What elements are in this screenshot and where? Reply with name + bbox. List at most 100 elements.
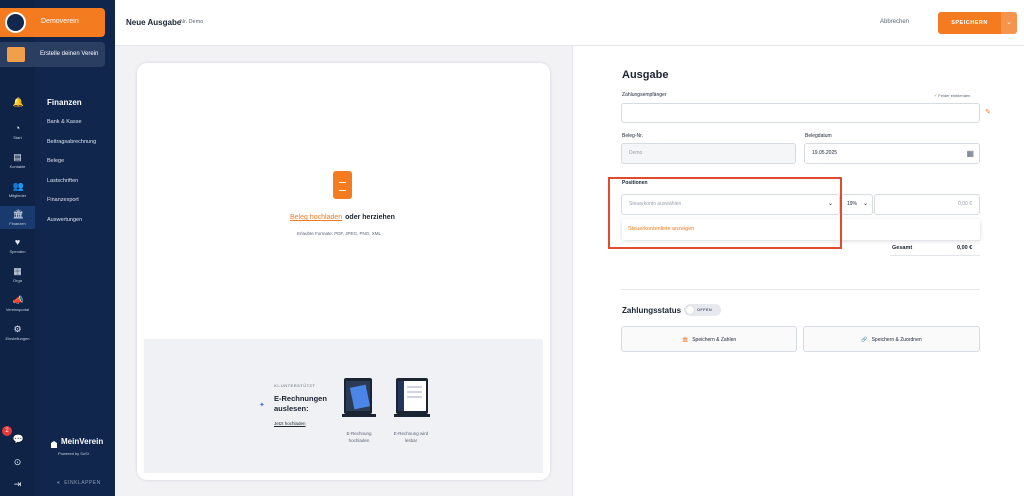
ai-badge: KI-UNTERSTÜTZT (274, 383, 316, 388)
chevron-down-icon: ⌄ (862, 201, 868, 207)
nav-panel (35, 0, 115, 496)
einvoice-readable-caption: E-Rechnung wird lesbar (393, 431, 429, 443)
bank-icon: 🏛 (12, 209, 24, 219)
save-options-button[interactable]: ⌄ (1001, 12, 1017, 34)
org-switcher-demoverein[interactable]: Demoverein (0, 8, 105, 37)
nav-item-belege[interactable]: Belege (47, 158, 64, 164)
rail-label: Vereinsportal (5, 307, 30, 312)
drag-text: oder herziehen (345, 214, 395, 221)
nav-section-title: Finanzen (47, 98, 82, 107)
amount-input[interactable]: 0,00 € (874, 194, 980, 215)
rail-item-kontakte[interactable]: ▤ Kontakte (0, 152, 35, 169)
einvoice-upload-caption: E-Rechnung hochladen (346, 431, 372, 443)
rail-item-finanzen[interactable]: 🏛 Finanzen (0, 206, 35, 229)
rail-item-einstellungen[interactable]: ⚙ Einstellungen (0, 324, 35, 341)
bell-icon: 🔔 (12, 97, 24, 107)
megaphone-icon: 📣 (12, 295, 24, 305)
receipt-date-input[interactable]: 19.05.2025 ▦ (804, 143, 980, 164)
gear-icon: ⚙ (13, 324, 22, 334)
rail-label: Start (13, 135, 22, 140)
chevrons-left-icon: « (57, 480, 61, 486)
einvoice-upload-illustration (342, 378, 378, 418)
rail-label: Einstellungen (5, 336, 30, 341)
section-divider (621, 289, 980, 290)
show-fields-label: Felder einblenden (938, 93, 971, 98)
collapse-button[interactable]: «EINKLAPPEN (57, 480, 101, 486)
payee-label: Zahlungsempfänger (622, 92, 667, 98)
nav-item-finanzexport[interactable]: Finanzexport (47, 197, 79, 203)
brand-name: MeinVerein (61, 437, 104, 446)
rail-label: Kontakte (9, 164, 26, 169)
rail-item-vereinsportal[interactable]: 📣 Vereinsportal (0, 295, 35, 312)
notifications-rail-item[interactable]: 🔔 (0, 97, 35, 109)
page-title: Neue Ausgabe (126, 18, 182, 27)
sparkle-icon: ✦ (259, 402, 265, 409)
notification-badge: 2 (2, 426, 12, 436)
einvoice-readable-illustration (394, 378, 430, 418)
total-label: Gesamt (892, 245, 913, 251)
contacts-icon: ▤ (13, 152, 22, 162)
receipt-dropzone[interactable] (144, 71, 543, 336)
rail-label: Orga (13, 278, 22, 283)
create-club-label: Erstelle deinen Verein (40, 51, 99, 57)
document-icon (333, 171, 352, 199)
logout-icon: ⇥ (13, 479, 22, 489)
dropzone-text: Beleg hochladen oder herziehen (290, 214, 395, 221)
calendar-icon: ▦ (13, 266, 22, 276)
members-icon: 👥 (12, 181, 24, 191)
upload-receipt-link[interactable]: Beleg hochladen (290, 214, 342, 221)
bank-icon: 🏛 (681, 337, 689, 343)
brand-logo-icon (50, 436, 58, 448)
toggle-knob (686, 306, 694, 314)
nav-item-auswertungen[interactable]: Auswertungen (47, 217, 82, 223)
save-button[interactable]: SPEICHERN (938, 12, 1001, 34)
vat-select[interactable]: 19% ⌄ (841, 194, 873, 215)
collapse-label: EINKLAPPEN (64, 480, 101, 486)
highlight-box (608, 177, 842, 249)
org-logo (5, 12, 26, 33)
cancel-button[interactable]: Abbrechen (880, 19, 909, 25)
receipt-number-input[interactable]: Demo (621, 143, 796, 164)
chat-icon: 💬 (12, 434, 24, 444)
help-rail-item[interactable]: ⊙ (0, 457, 35, 469)
payee-input[interactable] (621, 103, 980, 123)
rail-item-mitglieder[interactable]: 👥 Mitglieder (0, 181, 35, 198)
save-and-pay-button[interactable]: 🏛 Speichern & Zahlen (621, 326, 797, 352)
save-and-pay-label: Speichern & Zahlen (692, 337, 737, 343)
save-and-assign-button[interactable]: 🔗 Speichern & Zuordnen (803, 326, 980, 352)
total-value: 0,00 € (957, 245, 973, 251)
nav-item-bank-kasse[interactable]: Bank & Kasse (47, 119, 82, 125)
expense-number: Nr. Demo (180, 19, 204, 25)
allowed-formats: Erlaubte Formate: PDF, JPEG, PNG, XML (297, 231, 382, 236)
brand-powered-by: Powered by SoSi (58, 451, 89, 456)
rail-item-spenden[interactable]: ♥ Spenden (0, 237, 35, 254)
pencil-icon[interactable]: ✎ (985, 108, 991, 116)
rail-label: Spenden (9, 249, 26, 254)
dashboard-icon: ◔ (14, 123, 21, 133)
receipt-number-label: Beleg-Nr. (622, 133, 643, 139)
donations-icon: ♥ (14, 237, 21, 247)
upload-now-link[interactable]: Jetzt hochladen (274, 421, 306, 426)
nav-item-lastschriften[interactable]: Lastschriften (47, 178, 78, 184)
create-club-illustration (7, 47, 25, 62)
payment-status-title: Zahlungsstatus (622, 306, 682, 315)
total-divider (890, 255, 980, 256)
receipt-date-label: Belegdatum (805, 133, 832, 139)
rail-label: Mitglieder (8, 193, 27, 198)
subtotal-divider (890, 240, 980, 241)
einvoice-title: E-Rechnungen auslesen: (274, 394, 327, 413)
form-title: Ausgabe (622, 69, 669, 81)
receipt-date-value: 19.05.2025 (812, 150, 838, 156)
nav-item-beitragsabrechnung[interactable]: Beitragsabrechnung (47, 139, 96, 145)
calendar-icon: ▦ (966, 149, 974, 158)
rail-label: Finanzen (9, 221, 26, 226)
rail-item-start[interactable]: ◔ Start (0, 123, 35, 140)
vat-value: 19% (847, 201, 858, 207)
logout-rail-item[interactable]: ⇥ (0, 479, 35, 491)
rail-item-orga[interactable]: ▦ Orga (0, 266, 35, 283)
create-club-button[interactable]: Erstelle deinen Verein (0, 42, 105, 67)
payment-status-toggle[interactable]: OFFEN (684, 304, 721, 316)
help-icon: ⊙ (13, 457, 22, 467)
show-fields-button[interactable]: + Felder einblenden (934, 93, 970, 98)
link-icon: 🔗 (861, 337, 868, 343)
